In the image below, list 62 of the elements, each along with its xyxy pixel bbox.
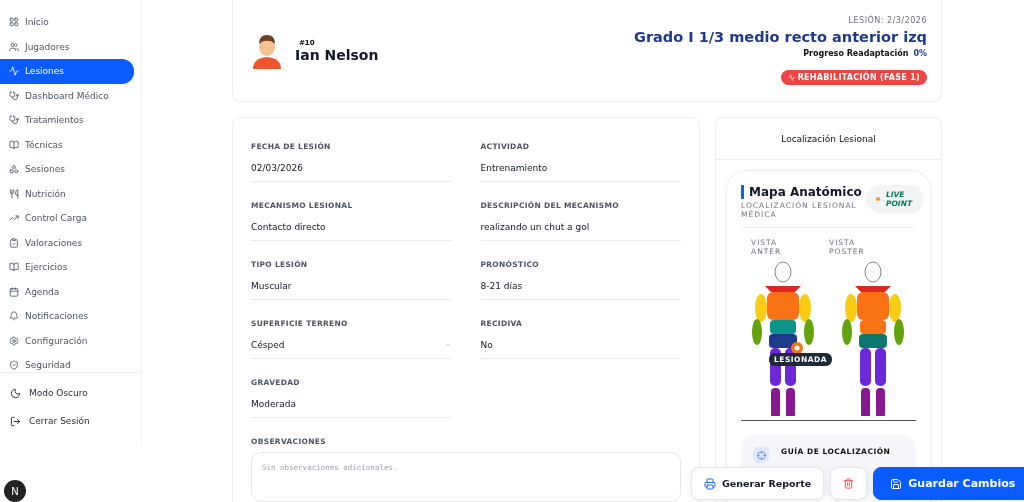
diagnosis-title: Grado I 1/3 medio recto anterior izq <box>634 29 927 45</box>
trash-icon <box>843 478 855 489</box>
printer-icon <box>704 477 716 490</box>
location-pin-icon <box>791 342 803 354</box>
sidebar-item[interactable]: Nutrición <box>0 181 134 206</box>
player-name: Ian Nelson <box>295 46 379 63</box>
nav-icon <box>9 335 19 346</box>
report-button[interactable]: Generar Reporte <box>691 467 825 500</box>
input-field[interactable]: Contacto directo <box>251 214 452 241</box>
crosshair-icon <box>753 447 769 463</box>
nav-icon <box>9 360 19 371</box>
sidebar-item[interactable]: Dashboard Médico <box>0 83 134 108</box>
sidebar-item[interactable]: Sesiones <box>0 157 134 182</box>
sidebar-item[interactable]: Notificaciones <box>0 304 134 329</box>
card-title: Localización Lesional <box>716 118 941 160</box>
injury-date: LESIÓN: 2/3/2026 <box>848 16 927 25</box>
input-field[interactable]: No <box>480 332 681 359</box>
input-field[interactable]: Moderada <box>251 391 452 418</box>
logout-icon <box>10 415 21 427</box>
sidebar-item[interactable]: Tratamientos <box>0 108 134 133</box>
progress-label: Progreso Readaptación <box>803 49 909 58</box>
nav-icon <box>9 66 19 77</box>
input-field[interactable]: 02/03/2026 <box>251 155 452 182</box>
nav-icon <box>9 139 19 150</box>
sidebar-item[interactable]: Seguridad <box>0 353 134 372</box>
nav-icon <box>9 213 19 224</box>
sidebar-item[interactable]: Ejercicios <box>0 255 134 280</box>
input-field[interactable]: Muscular <box>251 273 452 300</box>
sidebar-action[interactable]: Cerrar Sesión <box>0 407 141 435</box>
nav-icon <box>9 262 19 273</box>
sidebar-item[interactable]: Lesiones <box>0 59 134 84</box>
save-button[interactable]: Guardar Cambios <box>873 467 1024 500</box>
nav-icon <box>9 90 19 101</box>
sidebar-item[interactable]: Inicio <box>0 10 134 35</box>
nav-icon <box>9 17 19 28</box>
chevron-down-icon <box>443 341 452 349</box>
status-dot <box>876 197 880 201</box>
moon-icon <box>10 387 21 399</box>
nav-icon <box>9 41 19 52</box>
sidebar-item[interactable]: Configuración <box>0 328 134 353</box>
nav-icon <box>9 311 19 322</box>
sidebar-item[interactable]: Agenda <box>0 279 134 304</box>
sidebar-item[interactable]: Control Carga <box>0 206 134 231</box>
sidebar-item[interactable]: Técnicas <box>0 132 134 157</box>
user-avatar[interactable]: N <box>4 480 26 502</box>
input-field[interactable]: 8-21 días <box>480 273 681 300</box>
input-field[interactable]: realizando un chut a gol <box>480 214 681 241</box>
pulse-icon <box>787 74 795 81</box>
select-field[interactable]: Césped <box>251 332 452 359</box>
delete-button[interactable] <box>830 467 868 500</box>
nav-icon <box>9 188 19 199</box>
sidebar-item[interactable]: Valoraciones <box>0 230 134 255</box>
nav-icon <box>9 164 19 175</box>
sidebar-item[interactable]: Jugadores <box>0 34 134 59</box>
input-field[interactable]: Entrenamiento <box>480 155 681 182</box>
nav-icon <box>9 237 19 248</box>
save-icon <box>890 477 903 490</box>
sidebar-action[interactable]: Modo Oscuro <box>0 379 141 407</box>
progress-value: 0% <box>913 49 927 58</box>
nav-icon <box>9 286 19 297</box>
nav-icon <box>9 115 19 126</box>
status-badge: REHABILITACIÓN (FASE 1) <box>780 70 927 85</box>
